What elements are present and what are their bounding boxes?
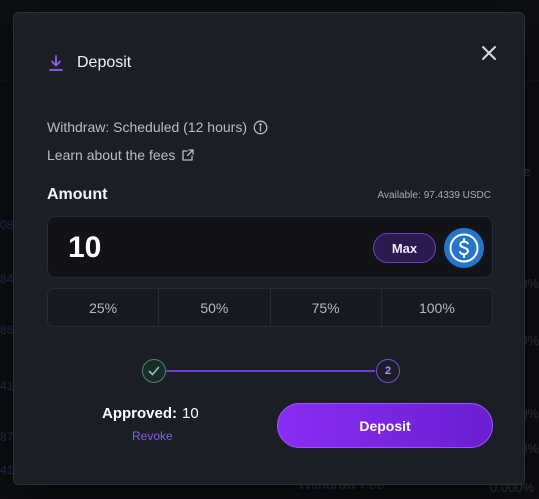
learn-fees-link[interactable]: Learn about the fees [47, 147, 195, 163]
deposit-button[interactable]: Deposit [277, 403, 493, 448]
percent-50-button[interactable]: 50% [158, 289, 269, 326]
percent-75-button[interactable]: 75% [269, 289, 381, 326]
revoke-link[interactable]: Revoke [132, 429, 173, 443]
approved-value: 10 [182, 405, 199, 422]
available-balance: Available: 97.4339 USDC [378, 190, 491, 201]
external-link-icon [181, 148, 195, 162]
close-button[interactable] [480, 44, 498, 62]
close-icon [482, 46, 496, 60]
step-1-complete [142, 359, 166, 383]
approved-label: Approved: [102, 405, 177, 422]
available-label: Available: [377, 190, 421, 201]
amount-field: Max [47, 216, 493, 278]
learn-fees-text: Learn about the fees [47, 147, 176, 163]
stepper-connector [165, 370, 375, 372]
approval-status: Approved: 10 Revoke [102, 405, 232, 443]
percent-selector: 25% 50% 75% 100% [47, 288, 493, 327]
amount-label: Amount [47, 186, 108, 203]
download-icon [47, 54, 65, 72]
max-button[interactable]: Max [373, 233, 436, 263]
approved-amount: Approved: 10 [102, 405, 232, 422]
available-value: 97.4339 USDC [423, 190, 491, 201]
withdraw-schedule-text: Withdraw: Scheduled (12 hours) [47, 119, 247, 135]
percent-100-button[interactable]: 100% [380, 289, 492, 326]
percent-25-button[interactable]: 25% [48, 289, 158, 326]
modal-header: Deposit [47, 54, 131, 72]
amount-input[interactable] [68, 229, 318, 267]
usdc-icon [444, 228, 484, 268]
progress-stepper: 2 [142, 359, 400, 383]
check-icon [148, 366, 160, 376]
withdraw-schedule-info: Withdraw: Scheduled (12 hours) [47, 119, 268, 135]
info-icon[interactable] [253, 120, 268, 135]
step-2-indicator: 2 [376, 359, 400, 383]
deposit-modal: Deposit Withdraw: Scheduled (12 hours) L… [13, 12, 525, 485]
modal-title: Deposit [77, 54, 132, 71]
